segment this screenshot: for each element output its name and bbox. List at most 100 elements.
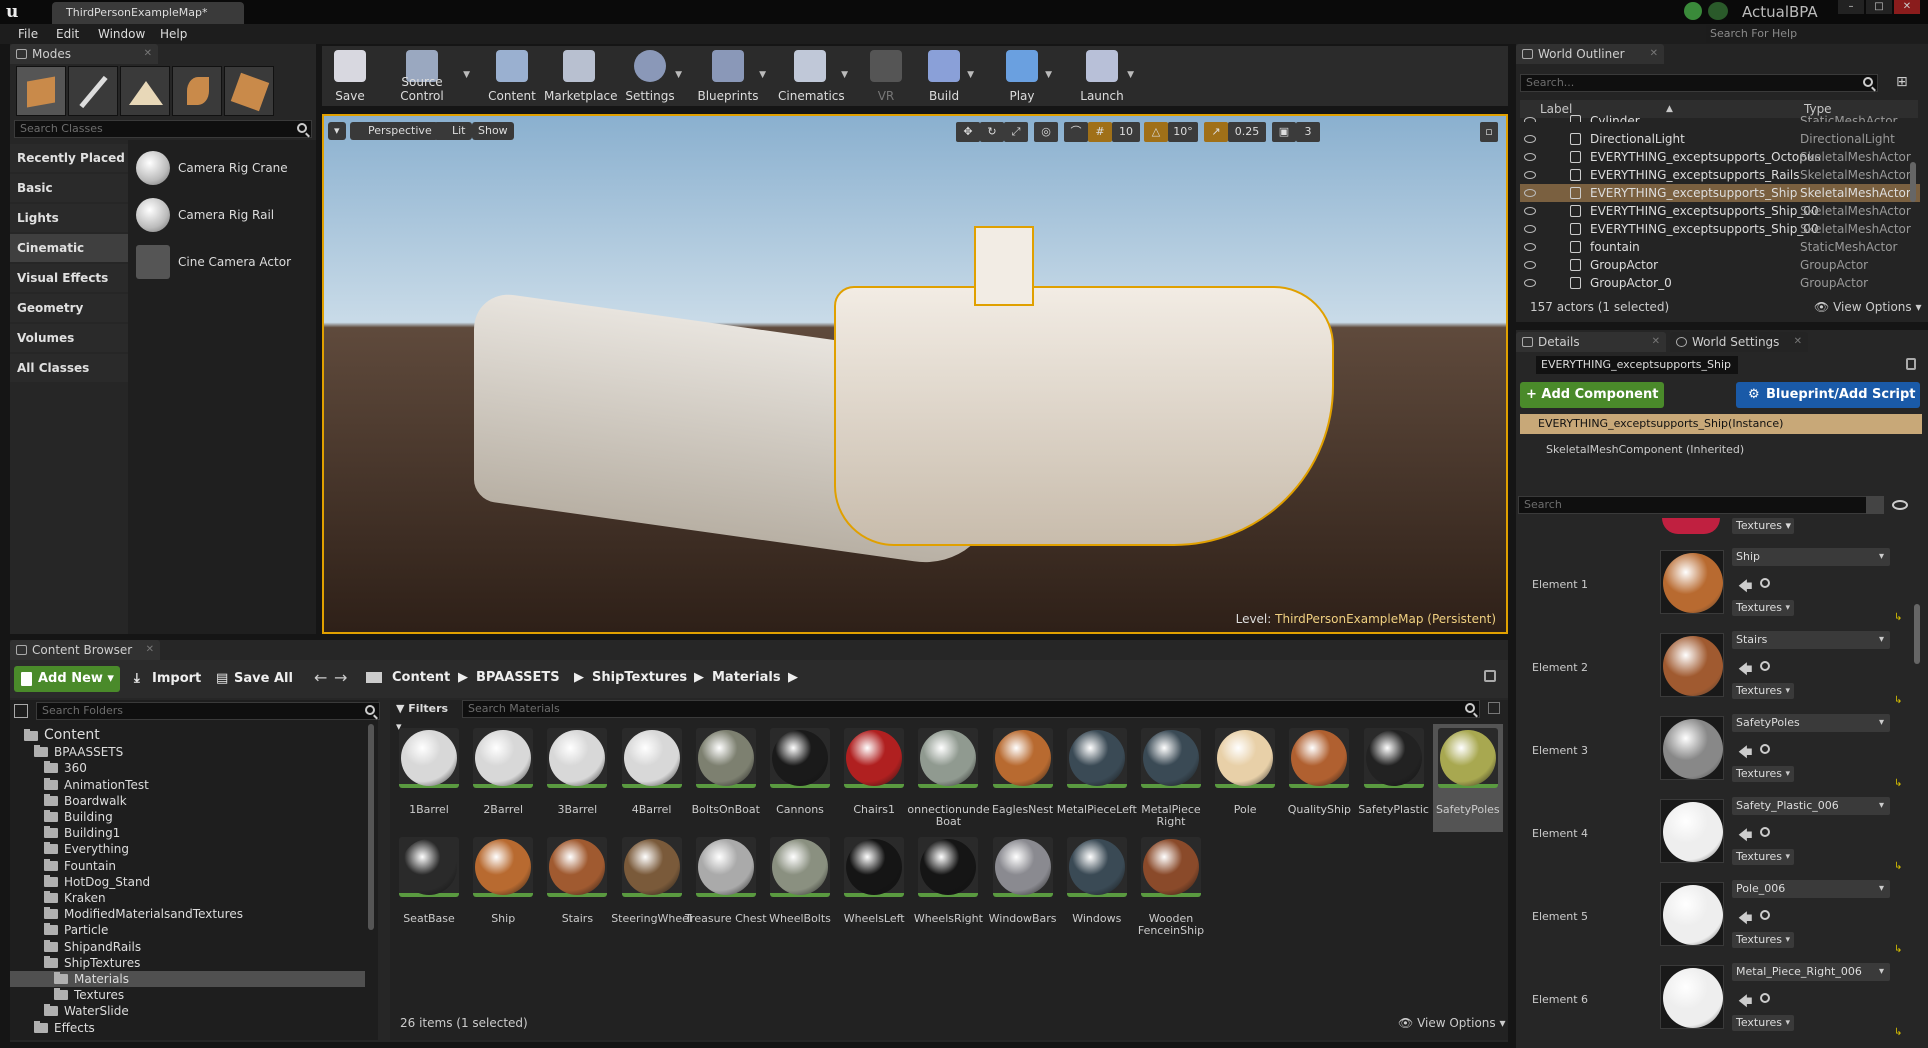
rotation-snap-icon[interactable]: △	[1144, 122, 1168, 142]
outliner-view-options-button[interactable]: 👁 View Options ▾	[1814, 300, 1922, 314]
browse-search-icon[interactable]	[1760, 993, 1770, 1003]
folder-shiptextures[interactable]: ShipTextures	[10, 955, 365, 971]
asset-tile[interactable]: QualityShip	[1284, 724, 1354, 832]
material-thumbnail[interactable]	[1660, 716, 1724, 780]
textures-dropdown[interactable]: Textures	[1732, 1015, 1794, 1031]
asset-tile[interactable]: Chairs1	[839, 724, 909, 832]
paint-mode-button[interactable]	[68, 66, 118, 116]
viewport-options-button[interactable]: ▾	[328, 122, 346, 140]
close-window-button[interactable]: ✕	[1894, 0, 1920, 14]
close-icon[interactable]: ✕	[146, 640, 154, 660]
maximize-button[interactable]: □	[1866, 0, 1892, 14]
folder-content[interactable]: Content	[10, 727, 365, 744]
folder-building[interactable]: Building	[10, 809, 365, 825]
scale-icon[interactable]: ⤢	[1004, 122, 1028, 142]
level-viewport[interactable]: ▾ Perspective Lit Show ✥ ↻ ⤢ ◎ ⌒ # 10 △ …	[322, 114, 1508, 634]
place-mode-button[interactable]	[16, 66, 66, 116]
asset-tile[interactable]: Treasure Chest	[685, 833, 767, 941]
surface-snap-icon[interactable]: ⌒	[1064, 122, 1088, 142]
content-button[interactable]: Content	[484, 46, 540, 106]
asset-tile[interactable]: MetalPieceLeft	[1057, 724, 1137, 832]
help-search-input[interactable]: Search For Help	[1706, 25, 1928, 43]
use-selected-arrow-icon[interactable]: 🡄	[1738, 659, 1752, 683]
folder-fountain[interactable]: Fountain	[10, 858, 365, 874]
chevron-down-icon[interactable]: ▼	[967, 70, 974, 80]
outliner-row[interactable]: GroupActor GroupActor	[1520, 256, 1920, 274]
perspective-button[interactable]: Perspective	[350, 122, 438, 140]
menu-edit[interactable]: Edit	[56, 27, 79, 41]
camera-speed-icon[interactable]: ▣	[1272, 122, 1296, 142]
material-dropdown[interactable]: Pole_006	[1732, 880, 1890, 898]
asset-tile[interactable]: Windows	[1062, 833, 1132, 941]
rotation-snap-value[interactable]: 10°	[1168, 122, 1198, 142]
use-selected-arrow-icon[interactable]: 🡄	[1738, 576, 1752, 600]
folder-modifiedmaterialsandtextures[interactable]: ModifiedMaterialsandTextures	[10, 906, 365, 922]
outliner-row[interactable]: EVERYTHING_exceptsupports_Octopus Skeleta…	[1520, 148, 1920, 166]
grid-snap-value[interactable]: 10	[1112, 122, 1140, 142]
asset-tile[interactable]: SteeringWheel	[611, 833, 692, 941]
browse-search-icon[interactable]	[1760, 578, 1770, 588]
translate-icon[interactable]: ✥	[956, 122, 980, 142]
material-dropdown[interactable]: Ship	[1732, 548, 1890, 566]
place-item-camera-rig-rail[interactable]: Camera Rig Rail	[136, 195, 312, 237]
asset-tile[interactable]: SafetyPlastic	[1358, 724, 1429, 832]
close-icon[interactable]: ✕	[1652, 332, 1660, 352]
scale-snap-icon[interactable]: ↗	[1204, 122, 1228, 142]
unreal-logo-icon[interactable]: u	[6, 2, 28, 22]
outliner-row[interactable]: DirectionalLight DirectionalLight	[1520, 130, 1920, 148]
category-recently-placed[interactable]: Recently Placed	[10, 144, 128, 172]
menu-file[interactable]: File	[18, 27, 38, 41]
reset-arrow-icon[interactable]: ↳	[1894, 612, 1902, 623]
cb-view-options-button[interactable]: 👁 View Options ▾	[1398, 1016, 1506, 1030]
category-volumes[interactable]: Volumes	[10, 324, 128, 352]
folder-kraken[interactable]: Kraken	[10, 890, 365, 906]
breadcrumb-content[interactable]: Content	[392, 670, 450, 685]
sources-toggle-icon[interactable]	[14, 704, 28, 718]
asset-tile[interactable]: BoltsOnBoat	[691, 724, 761, 832]
asset-tile[interactable]: MetalPiece Right	[1136, 724, 1206, 832]
details-search-input[interactable]: Search	[1518, 496, 1882, 514]
back-arrow-icon[interactable]: ←	[314, 668, 327, 687]
asset-tile[interactable]: WheelBolts	[765, 833, 835, 941]
notification-icon[interactable]	[1684, 2, 1702, 20]
eye-icon[interactable]	[1524, 243, 1536, 251]
asset-tile[interactable]: EaglesNest	[988, 724, 1058, 832]
folder-bpaassets[interactable]: BPAASSETS	[10, 744, 365, 760]
chevron-down-icon[interactable]: ▼	[759, 70, 766, 80]
asset-tile[interactable]: Pole	[1210, 724, 1280, 832]
material-dropdown[interactable]: Metal_Piece_Right_006	[1732, 963, 1890, 981]
outliner-row[interactable]: EVERYTHING_exceptsupports_Ship_00 Skeleta…	[1520, 220, 1920, 238]
menu-help[interactable]: Help	[160, 27, 187, 41]
eye-icon[interactable]	[1524, 225, 1536, 233]
outliner-row[interactable]: EVERYTHING_exceptsupports_Rails SkeletalM…	[1520, 166, 1920, 184]
actor-name-field[interactable]: EVERYTHING_exceptsupports_Ship	[1536, 356, 1738, 374]
world-local-icon[interactable]: ◎	[1034, 122, 1058, 142]
browse-search-icon[interactable]	[1760, 661, 1770, 671]
category-geometry[interactable]: Geometry	[10, 294, 128, 322]
folder-360[interactable]: 360	[10, 760, 365, 776]
material-thumbnail[interactable]	[1660, 799, 1724, 863]
category-basic[interactable]: Basic	[10, 174, 128, 202]
search-folders-input[interactable]: Search Folders	[36, 702, 380, 720]
folder-waterslide[interactable]: WaterSlide	[10, 1003, 365, 1019]
material-thumbnail[interactable]	[1660, 633, 1724, 697]
details-scrollbar[interactable]	[1914, 604, 1920, 664]
textures-dropdown[interactable]: Textures	[1732, 600, 1794, 616]
reset-arrow-icon[interactable]: ↳	[1894, 1027, 1902, 1038]
chevron-down-icon[interactable]: ▼	[841, 70, 848, 80]
grid-snap-icon[interactable]: #	[1088, 122, 1112, 142]
textures-dropdown[interactable]: Textures	[1732, 766, 1794, 782]
eye-icon[interactable]	[1524, 117, 1536, 122]
folder-particle[interactable]: Particle	[10, 922, 365, 938]
material-thumbnail[interactable]	[1660, 550, 1724, 614]
blueprint-add-script-button[interactable]: ⚙ Blueprint/Add Script	[1736, 382, 1920, 408]
reset-arrow-icon[interactable]: ↳	[1894, 778, 1902, 789]
reset-arrow-icon[interactable]: ↳	[1894, 695, 1902, 706]
eye-icon[interactable]	[1524, 171, 1536, 179]
lock-icon[interactable]	[1906, 358, 1916, 370]
textures-dropdown-partial[interactable]: Textures ▾	[1732, 518, 1794, 534]
asset-tile[interactable]: SeatBase	[394, 833, 464, 941]
eye-icon[interactable]	[1524, 153, 1536, 161]
folder-effects[interactable]: Effects	[10, 1020, 365, 1036]
landscape-mode-button[interactable]	[120, 66, 170, 116]
